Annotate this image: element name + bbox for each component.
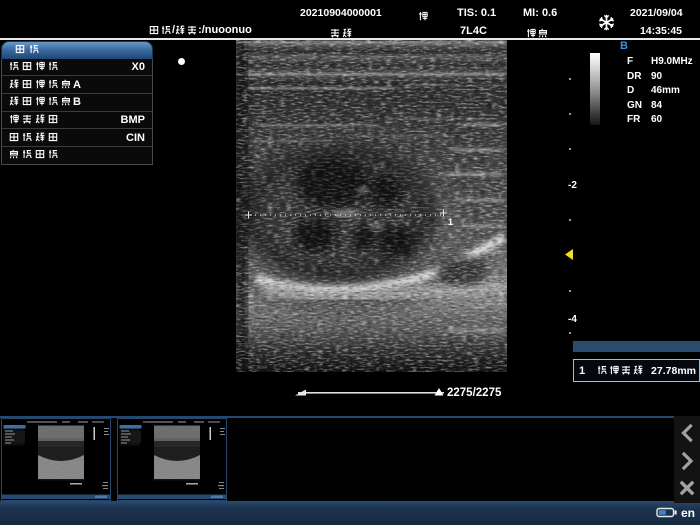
- svg-text:1: 1: [448, 217, 453, 227]
